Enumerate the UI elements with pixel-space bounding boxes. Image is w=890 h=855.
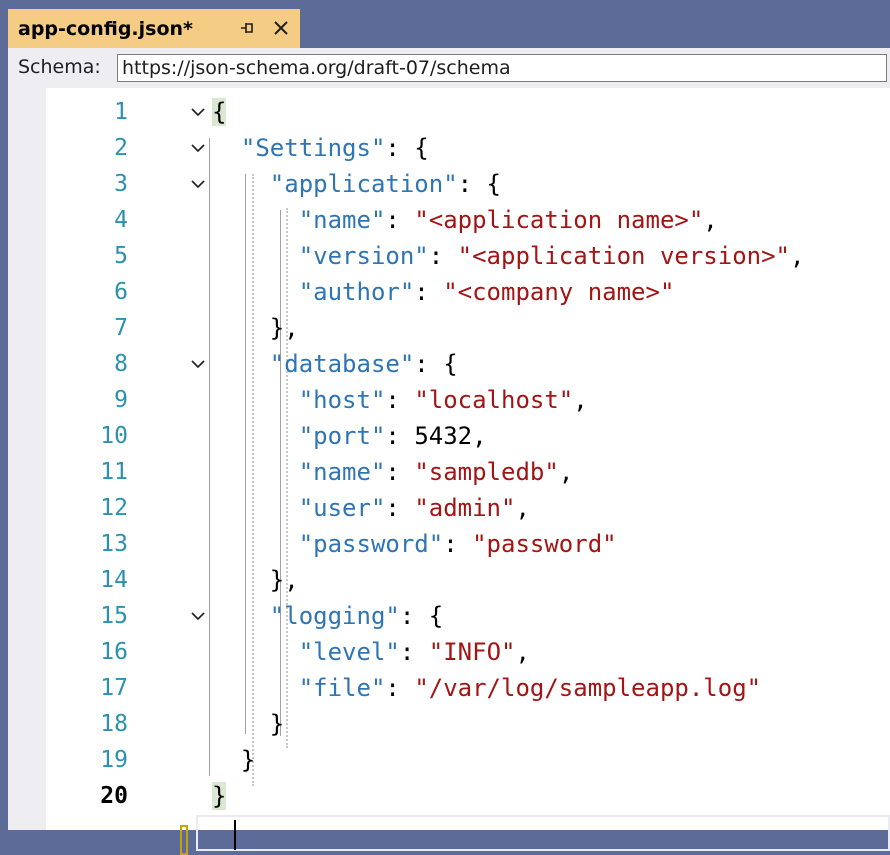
- code-editor[interactable]: 1{2 "Settings": {3 "application": {4 "na…: [46, 88, 890, 855]
- code-line[interactable]: 11 "name": "sampledb",: [46, 454, 890, 490]
- line-number: 5: [114, 243, 128, 269]
- line-number: 16: [100, 639, 128, 665]
- text-caret: [234, 820, 236, 850]
- code-line[interactable]: 17 "file": "/var/log/sampleapp.log": [46, 670, 890, 706]
- code-text: "Settings": {: [240, 134, 429, 162]
- code-text: "name": "sampledb",: [298, 458, 574, 486]
- line-number: 1: [114, 99, 128, 125]
- chevron-down-icon[interactable]: [189, 607, 207, 625]
- line-number: 11: [100, 459, 128, 485]
- line-number: 3: [114, 171, 128, 197]
- editor-margin: [8, 88, 46, 830]
- code-text: "host": "localhost",: [298, 386, 588, 414]
- code-line[interactable]: 2 "Settings": {: [46, 130, 890, 166]
- code-line[interactable]: 19 }: [46, 742, 890, 778]
- line-number: 12: [100, 495, 128, 521]
- close-icon[interactable]: [268, 15, 294, 41]
- code-text: "level": "INFO",: [298, 638, 530, 666]
- code-text: "port": 5432,: [298, 422, 487, 450]
- code-text: "application": {: [269, 170, 501, 198]
- code-line[interactable]: 5 "version": "<application version>",: [46, 238, 890, 274]
- line-number: 14: [100, 567, 128, 593]
- document-tab[interactable]: app-config.json*: [8, 9, 300, 48]
- editor-window: Schema: https://json-schema.org/draft-07…: [8, 48, 890, 855]
- line-number: 19: [100, 747, 128, 773]
- code-text: "database": {: [269, 350, 458, 378]
- line-number: 17: [100, 675, 128, 701]
- chevron-down-icon[interactable]: [189, 175, 207, 193]
- code-text: },: [212, 314, 299, 342]
- chevron-down-icon[interactable]: [189, 355, 207, 373]
- line-number: 7: [114, 315, 128, 341]
- code-line[interactable]: 10 "port": 5432,: [46, 418, 890, 454]
- current-line-highlight: [196, 815, 890, 851]
- line-number: 4: [114, 207, 128, 233]
- code-text: "version": "<application version>",: [298, 242, 805, 270]
- code-line[interactable]: 8 "database": {: [46, 346, 890, 382]
- code-text: "logging": {: [269, 602, 444, 630]
- line-number: 13: [100, 531, 128, 557]
- code-line[interactable]: 20}: [46, 778, 890, 814]
- code-line[interactable]: 15 "logging": {: [46, 598, 890, 634]
- line-number: 20: [100, 783, 128, 809]
- tab-strip: app-config.json*: [0, 0, 890, 48]
- code-text: "author": "<company name>": [298, 278, 675, 306]
- code-line[interactable]: 7 },: [46, 310, 890, 346]
- code-text: {: [212, 98, 227, 126]
- code-text: "user": "admin",: [298, 494, 530, 522]
- code-line[interactable]: 13 "password": "password": [46, 526, 890, 562]
- code-text: "name": "<application name>",: [298, 206, 718, 234]
- line-number: 8: [114, 351, 128, 377]
- code-text: }: [212, 746, 256, 774]
- code-line[interactable]: 14 },: [46, 562, 890, 598]
- code-text: "file": "/var/log/sampleapp.log": [298, 674, 762, 702]
- code-text: }: [212, 710, 285, 738]
- code-text: },: [212, 566, 299, 594]
- chevron-down-icon[interactable]: [189, 103, 207, 121]
- line-number: 18: [100, 711, 128, 737]
- line-number: 9: [114, 387, 128, 413]
- chevron-down-icon[interactable]: [189, 139, 207, 157]
- line-number: 6: [114, 279, 128, 305]
- code-line[interactable]: 9 "host": "localhost",: [46, 382, 890, 418]
- code-line[interactable]: 3 "application": {: [46, 166, 890, 202]
- code-line[interactable]: 1{: [46, 94, 890, 130]
- code-line[interactable]: 18 }: [46, 706, 890, 742]
- schema-label: Schema:: [18, 56, 101, 78]
- pin-icon[interactable]: [234, 15, 260, 41]
- code-line[interactable]: 4 "name": "<application name>",: [46, 202, 890, 238]
- code-text: }: [212, 782, 227, 810]
- line-number: 15: [100, 603, 128, 629]
- code-line[interactable]: 6 "author": "<company name>": [46, 274, 890, 310]
- tab-title[interactable]: app-config.json*: [18, 18, 193, 40]
- schema-bar: Schema: https://json-schema.org/draft-07…: [8, 48, 890, 88]
- code-line[interactable]: 12 "user": "admin",: [46, 490, 890, 526]
- code-text: "password": "password": [298, 530, 617, 558]
- line-number: 2: [114, 135, 128, 161]
- code-line[interactable]: 16 "level": "INFO",: [46, 634, 890, 670]
- schema-input[interactable]: https://json-schema.org/draft-07/schema: [117, 54, 887, 82]
- line-number: 10: [100, 423, 128, 449]
